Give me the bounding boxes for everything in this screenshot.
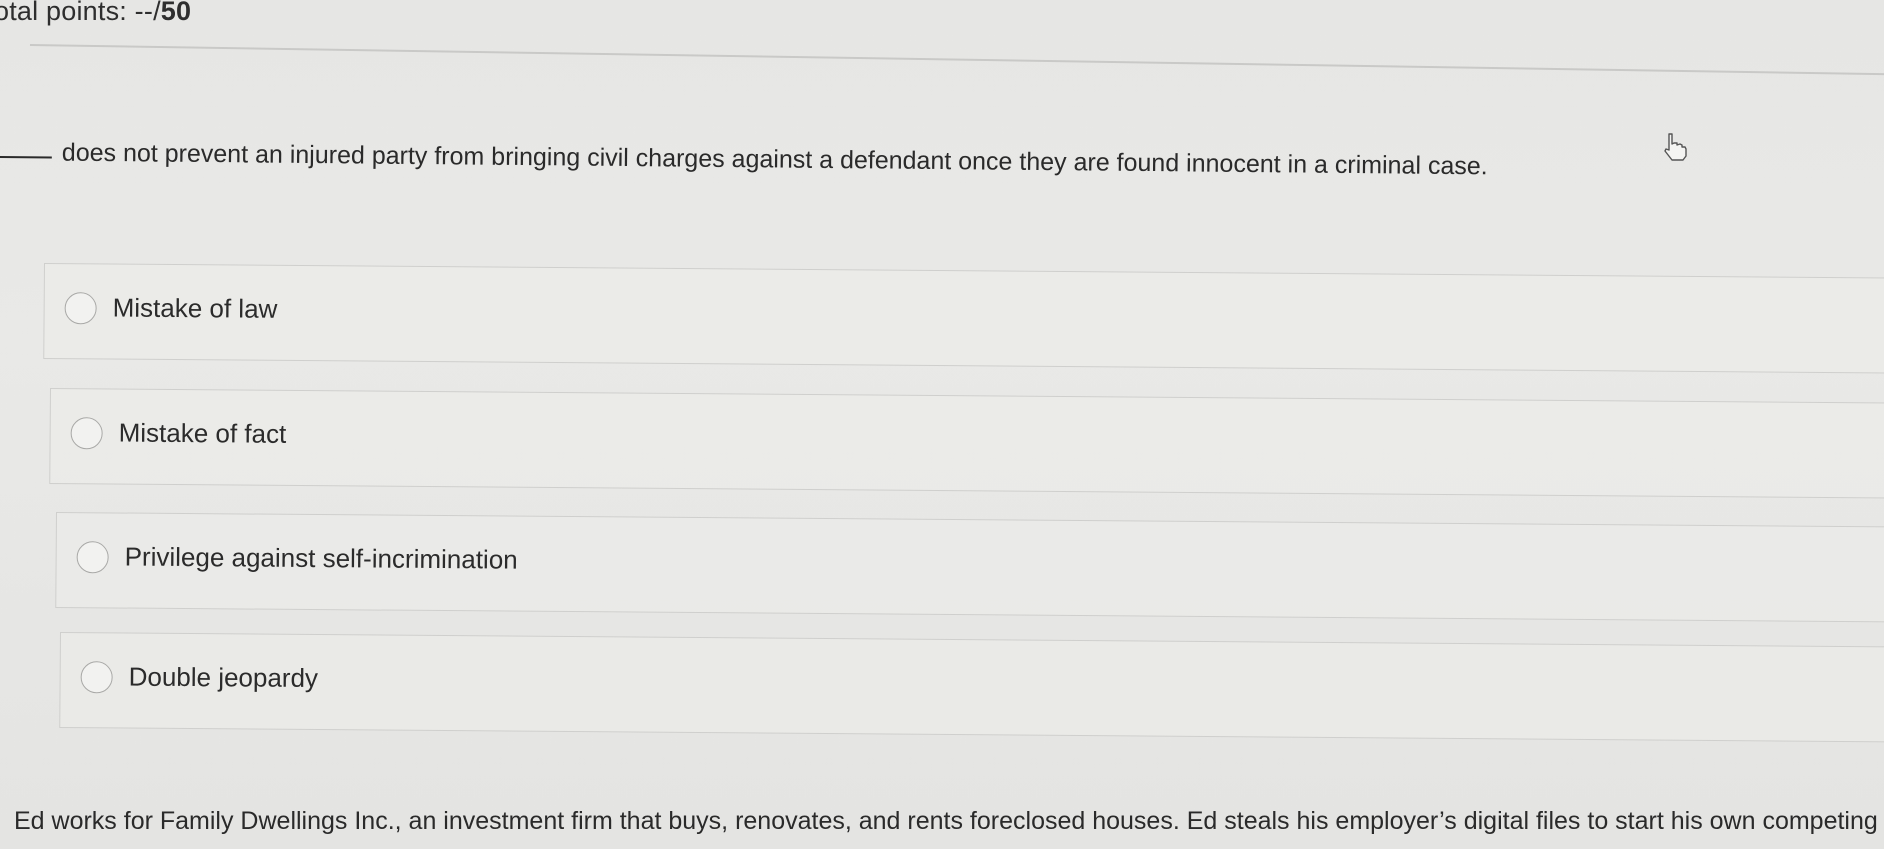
total-points-score: 50 [160, 0, 192, 26]
next-question-text: Ed works for Family Dwellings Inc., an i… [14, 807, 1884, 835]
total-points: otal points: --/50 [0, 0, 191, 27]
radio-unchecked-icon[interactable] [70, 417, 103, 450]
radio-unchecked-icon[interactable] [76, 541, 109, 574]
header-divider [29, 44, 1884, 76]
radio-unchecked-icon[interactable] [64, 292, 97, 325]
option-double-jeopardy[interactable]: Double jeopardy [59, 632, 1884, 743]
option-mistake-of-fact[interactable]: Mistake of fact [49, 388, 1884, 499]
question-text: does not prevent an injured party from b… [0, 138, 1600, 182]
quiz-page: otal points: --/50 does not prevent an i… [0, 0, 1884, 849]
option-mistake-of-law[interactable]: Mistake of law [43, 263, 1884, 374]
total-points-label: otal points: --/ [0, 0, 161, 26]
option-label: Mistake of law [112, 292, 278, 324]
question-prompt: does not prevent an injured party from b… [61, 138, 1488, 181]
hand-pointer-cursor-icon [1664, 133, 1687, 161]
radio-unchecked-icon[interactable] [80, 661, 113, 694]
option-label: Privilege against self-incrimination [124, 541, 518, 575]
question-blank [0, 155, 52, 159]
option-label: Mistake of fact [118, 417, 287, 449]
option-privilege-against-self-incrimination[interactable]: Privilege against self-incrimination [55, 512, 1884, 623]
option-label: Double jeopardy [128, 661, 319, 694]
